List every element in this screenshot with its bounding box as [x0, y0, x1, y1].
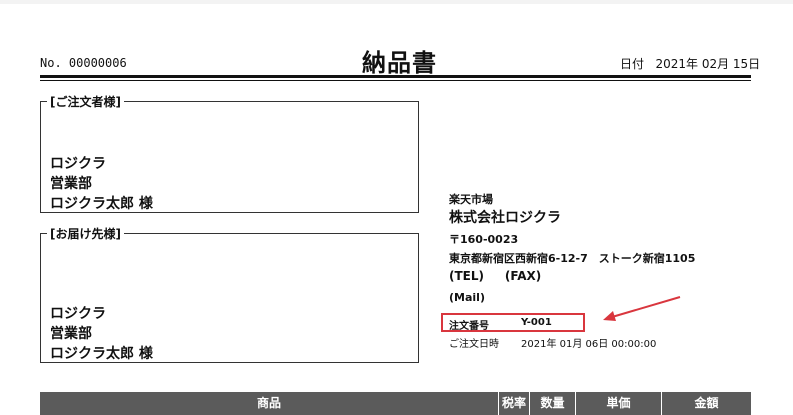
column-quantity: 数量 [529, 392, 575, 415]
column-product: 商品 [256, 396, 281, 410]
items-table-header: 商品 税率 数量 単価 金額 [40, 392, 751, 415]
annotation-arrow-icon [603, 296, 681, 321]
column-unit-price: 単価 [575, 392, 661, 415]
column-tax-rate: 税率 [498, 392, 529, 415]
column-amount: 金額 [661, 392, 751, 415]
